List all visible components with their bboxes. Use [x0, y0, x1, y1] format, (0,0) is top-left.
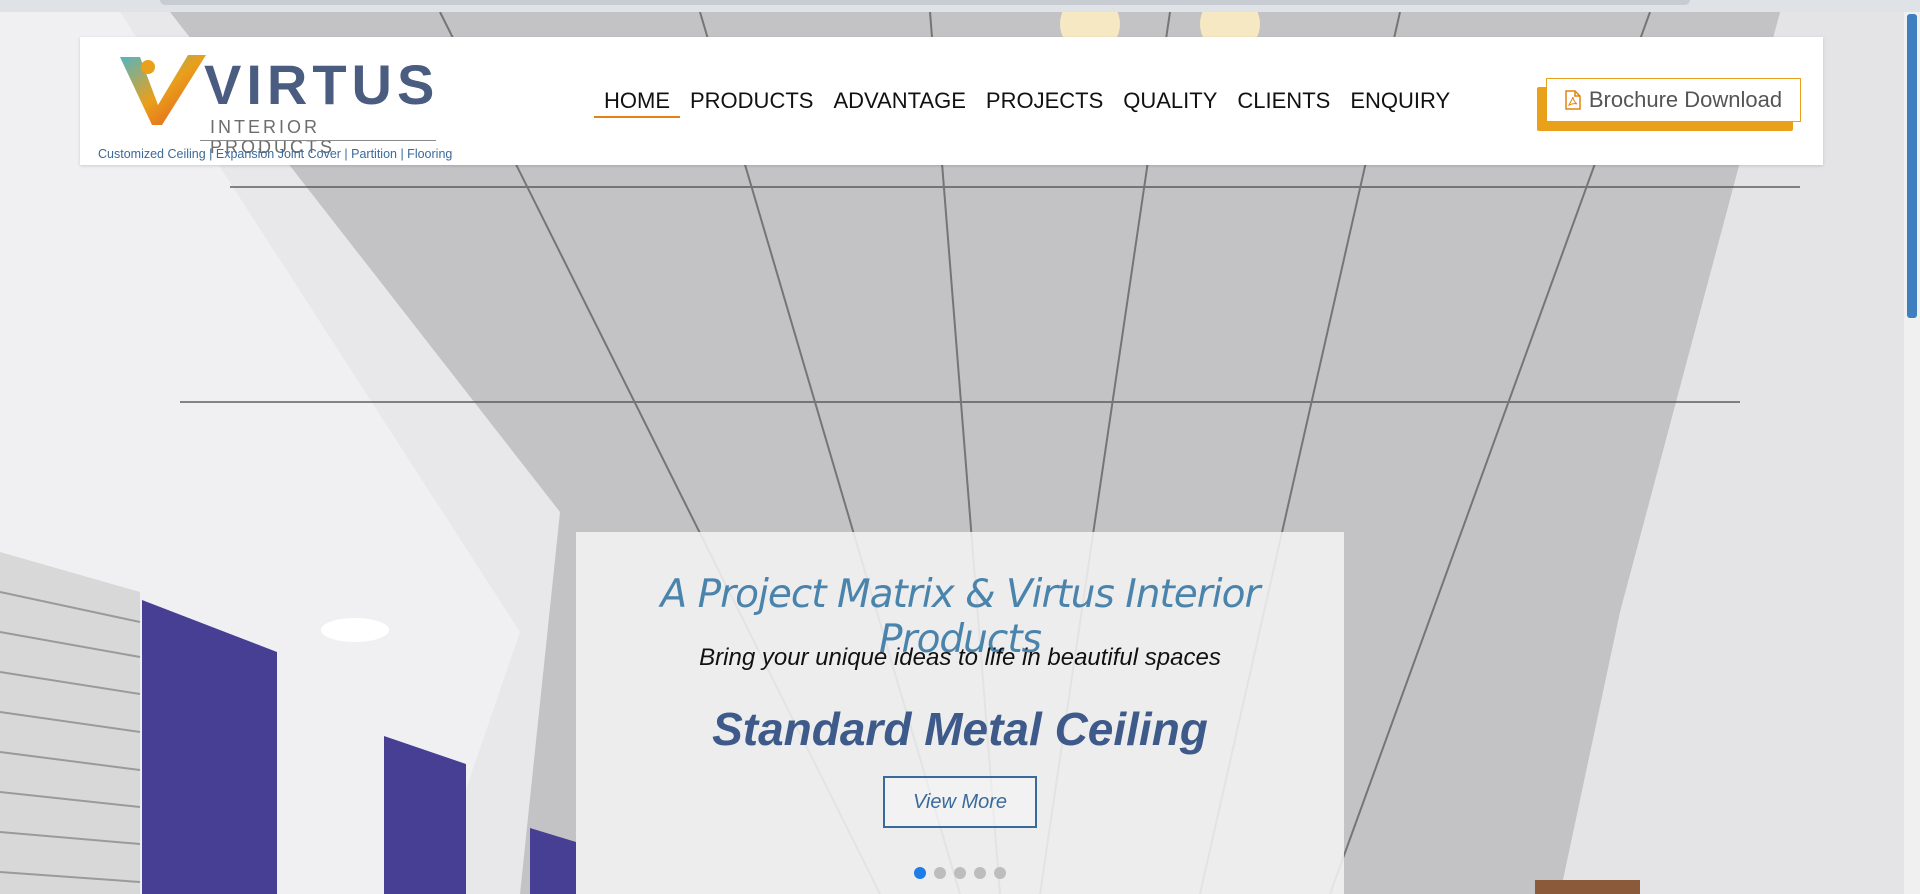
carousel-dot-2[interactable]: [934, 867, 946, 879]
nav-item-enquiry[interactable]: ENQUIRY: [1340, 87, 1460, 118]
slide-subtitle: Bring your unique ideas to life in beaut…: [699, 644, 1221, 671]
page-scrollbar[interactable]: [1904, 12, 1920, 894]
main-nav: HOME PRODUCTS ADVANTAGE PROJECTS QUALITY…: [594, 87, 1460, 118]
brochure-download-button[interactable]: Brochure Download: [1546, 78, 1801, 122]
scrollbar-thumb[interactable]: [1907, 14, 1917, 318]
address-bar-edge[interactable]: [160, 0, 1690, 5]
nav-item-clients[interactable]: CLIENTS: [1227, 87, 1340, 118]
logo-brand-text: VIRTUS: [204, 53, 440, 116]
carousel-dot-5[interactable]: [994, 867, 1006, 879]
nav-item-advantage[interactable]: ADVANTAGE: [823, 87, 975, 118]
carousel-dots: [914, 867, 1006, 879]
nav-item-home[interactable]: HOME: [594, 87, 680, 118]
carousel-dot-1[interactable]: [914, 867, 926, 879]
carousel-dot-3[interactable]: [954, 867, 966, 879]
slide-caption-box: A Project Matrix & Virtus Interior Produ…: [576, 532, 1344, 894]
site-header: VIRTUS INTERIOR PRODUCTS Customized Ceil…: [80, 37, 1823, 165]
nav-item-quality[interactable]: QUALITY: [1113, 87, 1227, 118]
brochure-download-label: Brochure Download: [1588, 87, 1783, 112]
nav-item-products[interactable]: PRODUCTS: [680, 87, 823, 118]
virtus-v-logo-icon: [120, 55, 206, 125]
site-logo[interactable]: VIRTUS INTERIOR PRODUCTS Customized Ceil…: [98, 53, 452, 161]
nav-item-projects[interactable]: PROJECTS: [976, 87, 1113, 118]
carousel-dot-4[interactable]: [974, 867, 986, 879]
view-more-button[interactable]: View More: [883, 776, 1037, 828]
brochure-download-wrapper: Brochure Download: [1537, 78, 1801, 131]
browser-top-strip: [0, 0, 1920, 12]
slide-title: Standard Metal Ceiling: [712, 703, 1208, 755]
logo-divider: [200, 140, 436, 141]
logo-tagline: Customized Ceiling | Expansion Joint Cov…: [98, 147, 453, 161]
pdf-file-icon: [1565, 90, 1581, 110]
